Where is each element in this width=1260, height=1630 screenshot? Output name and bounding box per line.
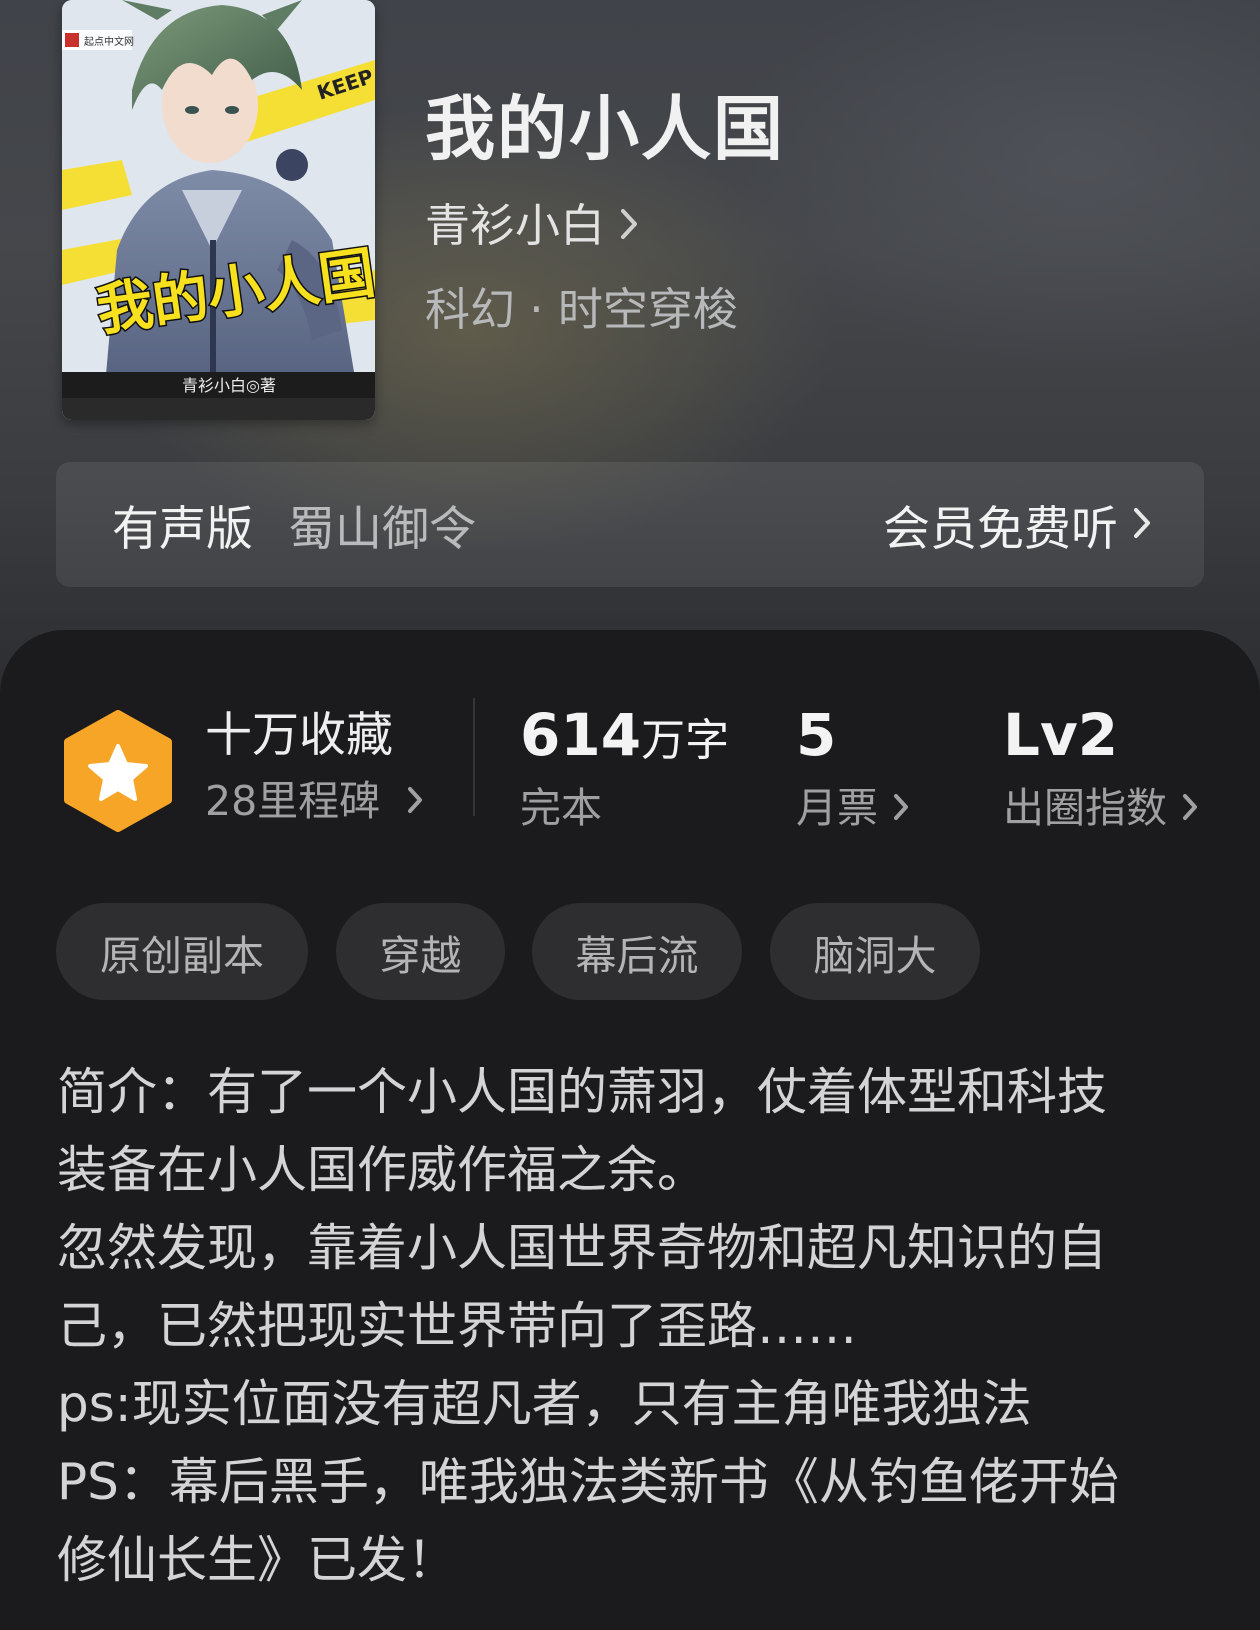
author-link[interactable]: 青衫小白: [425, 196, 639, 256]
author-name: 青衫小白: [425, 199, 606, 252]
cover-publisher: 起点中文网: [84, 35, 134, 48]
monthly-ticket-label: 月票: [796, 784, 878, 832]
milestone-count: 28里程碑: [205, 777, 381, 825]
popularity-index-link[interactable]: 出圈指数: [1003, 780, 1199, 836]
member-free-listen-button[interactable]: 会员免费听: [883, 490, 1152, 559]
audiobook-reader: 蜀山御令: [288, 502, 476, 557]
book-cover[interactable]: KEEP OUT 起点中文网 我的小人国 青衫小白◎著: [62, 0, 375, 420]
monthly-ticket-link[interactable]: 月票: [796, 780, 910, 836]
audiobook-bar[interactable]: 有声版 蜀山御令 会员免费听: [56, 462, 1204, 587]
tag-chip[interactable]: 穿越: [336, 903, 505, 1000]
chevron-right-icon: [892, 780, 910, 836]
monthly-ticket-value: 5: [796, 701, 837, 769]
chevron-right-icon: [619, 196, 639, 256]
audiobook-label: 有声版: [112, 502, 253, 557]
synopsis-line: ps:现实位面没有超凡者，只有主角唯我独法: [57, 1375, 1032, 1433]
word-count-value: 614: [520, 701, 642, 769]
tag-chip[interactable]: 原创副本: [56, 903, 308, 1000]
cover-illustration: KEEP OUT 起点中文网 我的小人国 青衫小白◎著: [62, 0, 375, 420]
star-hexagon-icon: [64, 710, 172, 832]
synopsis-line: 己，已然把现实世界带向了歪路……: [57, 1297, 857, 1355]
synopsis-line: 忽然发现，靠着小人国世界奇物和超凡知识的自: [57, 1219, 1107, 1277]
word-count-unit: 万字: [641, 715, 730, 766]
synopsis-line: 修仙长生》已发！: [57, 1531, 457, 1589]
book-genre[interactable]: 科幻 · 时空穿梭: [425, 280, 738, 340]
completion-status: 完本: [520, 784, 602, 832]
synopsis-line: PS：幕后黑手，唯我独法类新书《从钓鱼佬开始: [57, 1453, 1119, 1511]
tag-chip[interactable]: 脑洞大: [770, 903, 980, 1000]
popularity-level-value: Lv2: [1003, 701, 1119, 769]
book-title: 我的小人国: [425, 87, 785, 170]
word-count: 614万字: [520, 700, 729, 776]
collection-milestone-title: 十万收藏: [205, 708, 393, 763]
cover-author: 青衫小白◎著: [182, 376, 276, 395]
chevron-right-icon: [1181, 780, 1199, 836]
milestone-link[interactable]: 28里程碑: [205, 772, 424, 830]
chevron-right-icon: [406, 772, 424, 830]
popularity-index-label: 出圈指数: [1003, 784, 1167, 832]
member-free-listen-label: 会员免费听: [883, 502, 1118, 557]
synopsis-line: 简介：有了一个小人国的萧羽，仗着体型和科技: [57, 1063, 1107, 1121]
tag-chip[interactable]: 幕后流: [532, 903, 742, 1000]
chevron-right-icon: [1132, 497, 1152, 552]
synopsis-line: 装备在小人国作威作福之余。: [57, 1141, 707, 1199]
book-synopsis: 简介：有了一个小人国的萧羽，仗着体型和科技 装备在小人国作威作福之余。 忽然发现…: [57, 1053, 1217, 1599]
stats-divider: [473, 698, 475, 816]
